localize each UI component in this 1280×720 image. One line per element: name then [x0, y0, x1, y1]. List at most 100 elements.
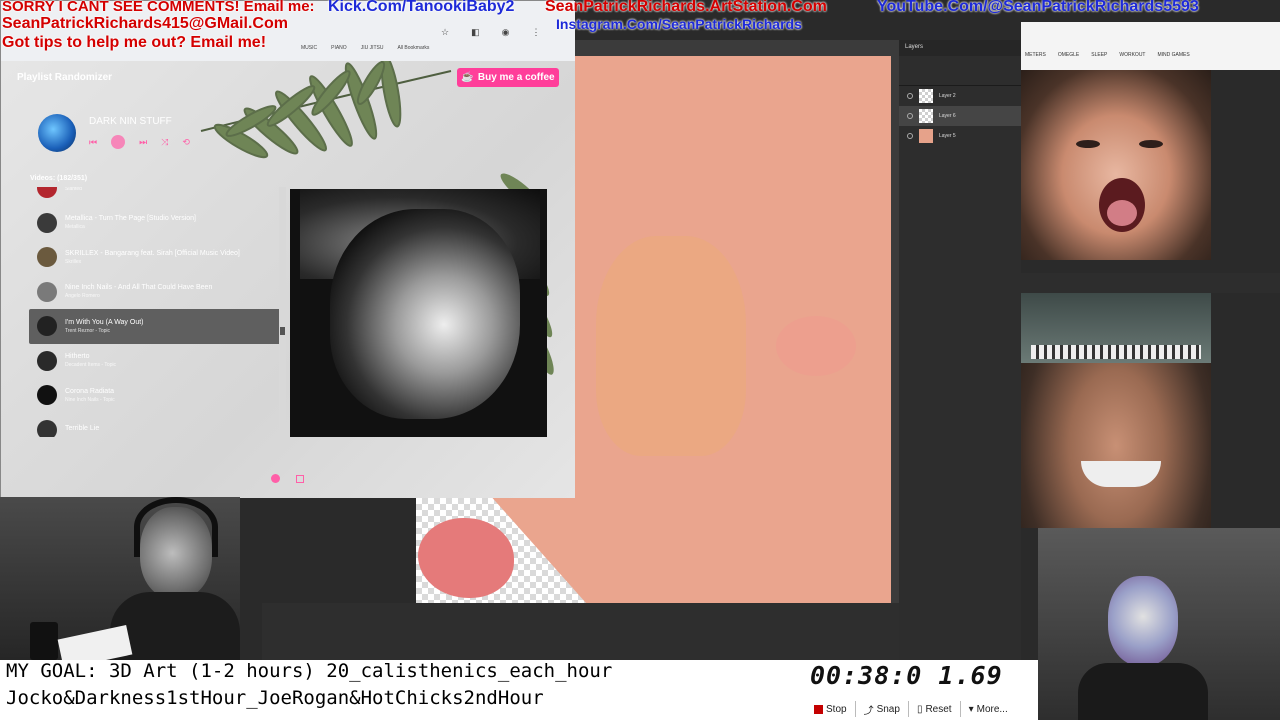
snap-label: Snap	[876, 703, 900, 715]
list-item[interactable]: Hitherto Decadent Items - Topic	[29, 344, 281, 379]
page-dot[interactable]	[296, 474, 304, 483]
video-channel: Slanted	[65, 187, 82, 193]
stop-button[interactable]: Stop	[806, 701, 856, 717]
overlay-youtube: YouTube.Com/@SeanPatrickRichards5593	[877, 0, 1199, 15]
video-channel: Angelo Romero	[65, 293, 100, 300]
shuffle-icon[interactable]: ⤨	[161, 137, 168, 148]
video-meta: Corona Radiata Nine Inch Nails - Topic	[65, 388, 115, 403]
layers-tab[interactable]: Layers	[899, 40, 1021, 56]
list-item[interactable]: Metallica - Turn The Page [Studio Versio…	[29, 206, 281, 241]
goal-banner: MY GOAL: 3D Art (1-2 hours) 20_calisthen…	[0, 660, 806, 720]
menu-icon[interactable]: ⋮	[531, 27, 540, 38]
profile-icon[interactable]: ◉	[502, 27, 510, 38]
video-thumbnail	[37, 419, 57, 437]
video-meta: Nine Inch Nails - And All That Could Hav…	[65, 284, 212, 299]
more-button[interactable]: ▾ More...	[961, 701, 1016, 717]
stop-icon	[814, 704, 823, 714]
list-item[interactable]: Nine Inch Nails - And All That Could Hav…	[29, 275, 281, 310]
videos-count: Videos: (182/351)	[30, 175, 88, 182]
list-item[interactable]: Corona Radiata Nine Inch Nails - Topic	[29, 378, 281, 413]
webcam-face-paint	[1038, 528, 1280, 720]
video-thumbnail	[37, 316, 57, 337]
repeat-icon[interactable]: ⟲	[182, 137, 190, 148]
bookmark-jiu-jitsu[interactable]: JIU JITSU	[361, 45, 384, 51]
reset-button[interactable]: ▯ Reset	[909, 701, 961, 717]
video-meta: SKRILLEX - Bangarang feat. Sirah [Offici…	[65, 250, 240, 265]
video-meta: Metallica - Turn The Page [Studio Versio…	[65, 215, 196, 230]
playlist-randomizer-app: Playlist Randomizer ☕ Buy me a coffee DA…	[1, 61, 575, 498]
scrollbar-thumb[interactable]	[280, 327, 285, 335]
layer-name: Layer 6	[939, 113, 956, 119]
reference-photo-man	[1021, 293, 1211, 528]
goal-line-2: Jocko&Darkness1stHour_JoeRogan&HotChicks…	[6, 687, 544, 709]
bookmark-omegle[interactable]: OMEGLE	[1058, 52, 1079, 58]
bookmark-mind-games[interactable]: MIND GAMES	[1157, 52, 1189, 58]
pink-brush-stroke	[418, 518, 514, 598]
bookmark-sleep[interactable]: SLEEP	[1091, 52, 1107, 58]
layer-name: Layer 5	[939, 133, 956, 139]
goal-line-1: MY GOAL: 3D Art (1-2 hours) 20_calisthen…	[6, 660, 613, 682]
bookmark-meters[interactable]: METERS	[1025, 52, 1046, 58]
video-thumbnail	[37, 212, 57, 233]
video-list-scrollbar[interactable]	[279, 187, 286, 437]
bookmark-workout[interactable]: WORKOUT	[1119, 52, 1145, 58]
stopwatch-buttons: Stop ⤴ Snap ▯ Reset ▾ More...	[806, 698, 1038, 720]
layer-row[interactable]: Layer 2	[899, 86, 1021, 106]
paper	[57, 625, 133, 660]
video-meta: Slanted	[65, 187, 82, 192]
overlay-kick: Kick.Com/TanookiBaby2	[328, 0, 515, 15]
video-thumbnail	[37, 187, 57, 199]
video-player[interactable]	[290, 189, 547, 437]
previous-icon[interactable]: ⏮	[89, 137, 97, 148]
video-title: I'm With You (A Way Out)	[65, 318, 144, 326]
bookmark-music[interactable]: MUSIC	[301, 45, 317, 51]
overlay-instagram: Instagram.Com/SeanPatrickRichards	[556, 16, 802, 32]
chevron-down-icon: ▾	[968, 703, 974, 715]
texture-shape	[596, 236, 746, 456]
buy-coffee-button[interactable]: ☕ Buy me a coffee	[457, 68, 559, 87]
video-list[interactable]: Slanted Metallica - Turn The Page [Studio…	[29, 187, 281, 437]
video-title: Terrible Lie	[65, 425, 100, 433]
app-title: Playlist Randomizer	[17, 72, 113, 83]
layer-thumbnail	[919, 129, 933, 143]
stopwatch-time: 00:38:0 1.69	[810, 661, 1003, 690]
video-channel: Decadent Items - Topic	[65, 362, 117, 369]
stop-label: Stop	[826, 703, 847, 715]
texture-spot	[776, 316, 856, 376]
list-item[interactable]: Terrible Lie	[29, 413, 281, 437]
extensions-icon[interactable]: ◧	[471, 27, 480, 38]
bookmarks-bar: MUSIC PIANO JIU JITSU All Bookmarks	[301, 45, 429, 51]
snap-button[interactable]: ⤴ Snap	[856, 701, 909, 717]
next-icon[interactable]: ⏭	[139, 137, 147, 148]
photo-tongue	[1107, 200, 1137, 226]
bookmark-piano[interactable]: PIANO	[331, 45, 347, 51]
overlay-email: SeanPatrickRichards415@GMail.Com	[2, 15, 288, 32]
eye-icon[interactable]	[907, 133, 913, 139]
layer-row[interactable]: Layer 6	[899, 106, 1021, 126]
page-dot-active[interactable]	[271, 474, 280, 483]
coffee-icon: ☕	[461, 72, 474, 83]
list-item[interactable]: Slanted	[29, 187, 281, 206]
star-icon[interactable]: ☆	[441, 27, 449, 38]
play-pause-button[interactable]	[111, 135, 126, 149]
layers-panel: Layers Layer 2 Layer 6 Layer 5	[899, 40, 1021, 660]
player-controls: ⏮ ⏭ ⤨ ⟲	[89, 135, 190, 149]
video-meta: I'm With You (A Way Out) Trent Reznor - T…	[65, 319, 144, 334]
photo-eye	[1139, 140, 1163, 148]
browser-toolbar-icons: ☆ ◧ ◉ ⋮	[441, 27, 540, 38]
video-thumbnail	[37, 385, 57, 406]
second-browser-bar: METERS OMEGLE SLEEP WORKOUT MIND GAMES	[1021, 22, 1280, 70]
video-channel: Skrillex	[65, 258, 82, 265]
eye-icon[interactable]	[907, 93, 913, 99]
photo-smile	[1081, 461, 1161, 487]
bookmark-all[interactable]: All Bookmarks	[397, 45, 429, 51]
list-item[interactable]: I'm With You (A Way Out) Trent Reznor - T…	[29, 309, 281, 344]
browser-window: ☆ ◧ ◉ ⋮ MUSIC PIANO JIU JITSU All Bookma…	[0, 0, 575, 498]
video-title: Nine Inch Nails - And All That Could Hav…	[65, 284, 213, 292]
image-viewer-toolbar	[1021, 273, 1280, 293]
eye-icon[interactable]	[907, 113, 913, 119]
layer-row[interactable]: Layer 5	[899, 126, 1021, 146]
list-item[interactable]: SKRILLEX - Bangarang feat. Sirah [Offici…	[29, 240, 281, 275]
more-label: More...	[976, 703, 1008, 715]
reset-icon: ▯	[916, 703, 923, 715]
